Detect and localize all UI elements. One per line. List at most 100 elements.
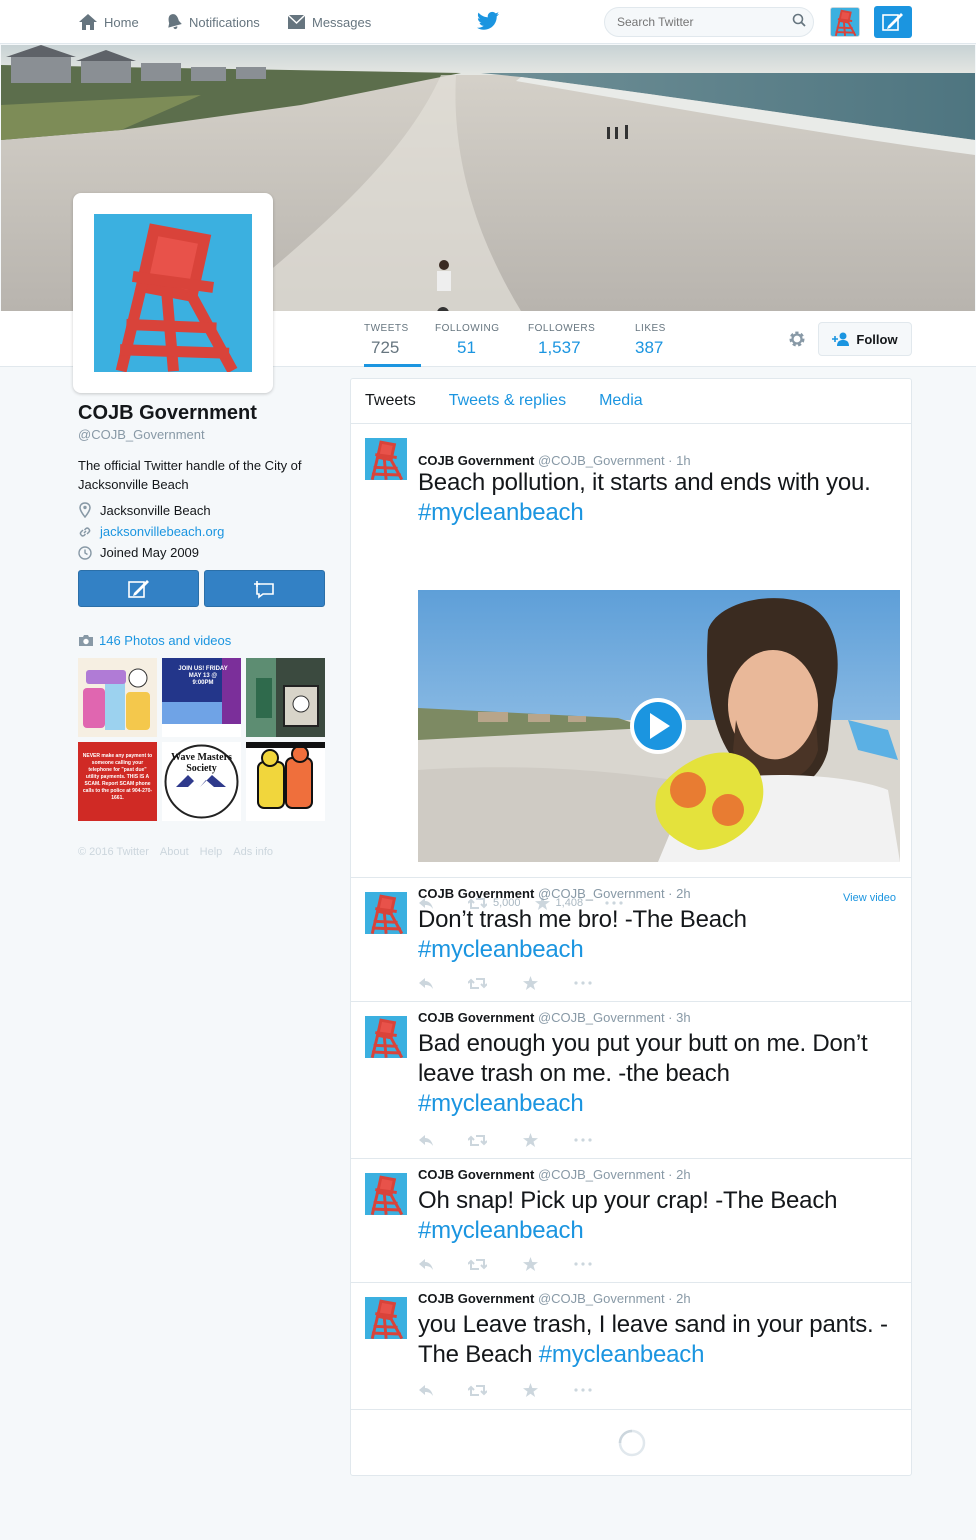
search-input[interactable] bbox=[604, 7, 814, 37]
hashtag-link[interactable]: #mycleanbeach bbox=[418, 1090, 584, 1117]
photo-thumb[interactable]: NEVER make any payment to someone callin… bbox=[78, 742, 157, 821]
profile-bio: The official Twitter handle of the City … bbox=[78, 458, 302, 492]
message-button[interactable] bbox=[204, 570, 325, 607]
photo-grid: JOIN US! FRIDAY MAY 13 @ 9:00PM NEVER ma… bbox=[78, 658, 325, 821]
tweet[interactable]: COJB Government @COJB_Government · 2h yo… bbox=[351, 1283, 911, 1410]
more-button[interactable] bbox=[574, 1138, 592, 1142]
profile-joined: Joined May 2009 bbox=[78, 545, 328, 560]
like-button[interactable] bbox=[523, 1383, 538, 1397]
stat-likes-value: 387 bbox=[635, 338, 664, 357]
tweet-text: Oh snap! Pick up your crap! -The Beach #… bbox=[418, 1186, 903, 1246]
footer-about-link[interactable]: About bbox=[160, 846, 189, 858]
tweet-actions bbox=[418, 1257, 592, 1271]
nav-home-label: Home bbox=[104, 14, 139, 30]
photo-thumb[interactable] bbox=[78, 658, 157, 737]
stat-tweets[interactable]: TWEETS 725 bbox=[364, 311, 421, 367]
nav-home[interactable]: Home bbox=[78, 12, 139, 32]
nav-messages-label: Messages bbox=[312, 14, 372, 30]
stat-likes[interactable]: LIKES 387 bbox=[635, 311, 666, 367]
hashtag-link[interactable]: #mycleanbeach bbox=[418, 499, 584, 526]
tweet[interactable]: COJB Government @COJB_Government · 2h Oh… bbox=[351, 1159, 911, 1283]
hashtag-link[interactable]: #mycleanbeach bbox=[418, 936, 584, 963]
profile-location: Jacksonville Beach bbox=[78, 502, 328, 518]
tweet-author-name[interactable]: COJB Government bbox=[418, 886, 534, 901]
footer-copyright: © 2016 Twitter bbox=[78, 846, 149, 858]
envelope-icon bbox=[287, 14, 306, 29]
tweet-header: COJB Government @COJB_Government · 1h bbox=[418, 453, 691, 468]
stat-followers-value: 1,537 bbox=[538, 338, 581, 357]
tab-media[interactable]: Media bbox=[599, 392, 643, 410]
compose-tweet-button[interactable] bbox=[874, 6, 912, 38]
stat-followers[interactable]: FOLLOWERS 1,537 bbox=[528, 311, 595, 367]
nav-messages[interactable]: Messages bbox=[287, 12, 371, 32]
nav-notifications[interactable]: Notifications bbox=[165, 12, 260, 32]
search-icon[interactable] bbox=[792, 13, 806, 27]
add-user-icon bbox=[832, 332, 850, 346]
account-avatar[interactable] bbox=[830, 7, 860, 37]
tab-tweets-and-replies[interactable]: Tweets & replies bbox=[449, 392, 566, 410]
footer-help-link[interactable]: Help bbox=[200, 846, 223, 858]
more-button[interactable] bbox=[574, 981, 592, 985]
stat-following[interactable]: FOLLOWING 51 bbox=[435, 311, 500, 367]
tweet-meta[interactable]: @COJB_Government · 2h bbox=[538, 886, 691, 901]
reply-button[interactable] bbox=[418, 977, 434, 990]
retweet-button[interactable] bbox=[468, 1258, 487, 1271]
like-button[interactable] bbox=[523, 976, 538, 990]
more-dots-icon bbox=[574, 981, 592, 985]
profile-website-link[interactable]: jacksonvillebeach.org bbox=[100, 524, 224, 539]
like-button[interactable] bbox=[523, 1257, 538, 1271]
profile-website[interactable]: jacksonvillebeach.org bbox=[78, 524, 328, 539]
gear-icon[interactable] bbox=[787, 329, 807, 349]
tweet-author-name[interactable]: COJB Government bbox=[418, 1291, 534, 1306]
follow-button[interactable]: Follow bbox=[818, 322, 912, 356]
retweet-button[interactable] bbox=[468, 1134, 487, 1147]
tweet-avatar[interactable] bbox=[365, 892, 407, 934]
tweet-author-name[interactable]: COJB Government bbox=[418, 1167, 534, 1182]
bell-icon bbox=[168, 14, 182, 30]
tweet-author-name[interactable]: COJB Government bbox=[418, 453, 534, 468]
tweet-body: Bad enough you put your butt on me. Don’… bbox=[418, 1030, 868, 1087]
tweet-avatar[interactable] bbox=[365, 1297, 407, 1339]
tweet-text: you Leave trash, I leave sand in your pa… bbox=[418, 1310, 903, 1370]
more-button[interactable] bbox=[574, 1262, 592, 1266]
tweet-avatar[interactable] bbox=[365, 1016, 407, 1058]
tweet-avatar[interactable] bbox=[365, 1173, 407, 1215]
hashtag-link[interactable]: #mycleanbeach bbox=[418, 1217, 584, 1244]
reply-button[interactable] bbox=[418, 1384, 434, 1397]
tweet-text: Beach pollution, it starts and ends with… bbox=[418, 468, 903, 528]
profile-joined-text: Joined May 2009 bbox=[100, 545, 200, 560]
photo-thumb[interactable] bbox=[246, 658, 325, 737]
tweet-meta[interactable]: @COJB_Government · 3h bbox=[538, 1010, 691, 1025]
tweet[interactable]: COJB Government @COJB_Government · 2h Do… bbox=[351, 878, 911, 1002]
profile-avatar[interactable] bbox=[73, 193, 273, 393]
tweet-video[interactable] bbox=[418, 590, 900, 862]
photo-thumb[interactable]: Wave Masters Society bbox=[162, 742, 241, 821]
retweet-button[interactable] bbox=[468, 977, 487, 990]
star-icon bbox=[523, 1383, 538, 1397]
tweet-to-button[interactable] bbox=[78, 570, 199, 607]
photo-thumb[interactable]: JOIN US! FRIDAY MAY 13 @ 9:00PM bbox=[162, 658, 241, 737]
tweet-meta[interactable]: @COJB_Government · 2h bbox=[538, 1167, 691, 1182]
twitter-bird-icon[interactable] bbox=[477, 11, 499, 31]
like-button[interactable] bbox=[523, 1133, 538, 1147]
reply-icon bbox=[419, 977, 433, 989]
photos-and-videos-label: 146 Photos and videos bbox=[99, 633, 232, 648]
more-button[interactable] bbox=[574, 1388, 592, 1392]
retweet-button[interactable] bbox=[468, 1384, 487, 1397]
reply-button[interactable] bbox=[418, 1134, 434, 1147]
hashtag-link[interactable]: #mycleanbeach bbox=[539, 1341, 705, 1368]
footer-ads-info-link[interactable]: Ads info bbox=[233, 846, 273, 858]
tweet[interactable]: COJB Government @COJB_Government · 3h Ba… bbox=[351, 1002, 911, 1159]
reply-button[interactable] bbox=[418, 1258, 434, 1271]
profile-name[interactable]: COJB Government bbox=[78, 402, 328, 425]
tweet-avatar[interactable] bbox=[365, 438, 407, 480]
tweet-author-name[interactable]: COJB Government bbox=[418, 1010, 534, 1025]
tweet-meta[interactable]: @COJB_Government · 1h bbox=[538, 453, 691, 468]
tweet[interactable]: COJB Government @COJB_Government · 1h Be… bbox=[351, 424, 911, 910]
photos-and-videos-link[interactable]: 146 Photos and videos bbox=[78, 633, 231, 648]
tweet-meta[interactable]: @COJB_Government · 2h bbox=[538, 1291, 691, 1306]
stat-following-value: 51 bbox=[457, 338, 476, 357]
photo-thumb[interactable] bbox=[246, 742, 325, 821]
tab-tweets[interactable]: Tweets bbox=[365, 392, 416, 410]
profile-handle[interactable]: @COJB_Government bbox=[78, 427, 328, 442]
